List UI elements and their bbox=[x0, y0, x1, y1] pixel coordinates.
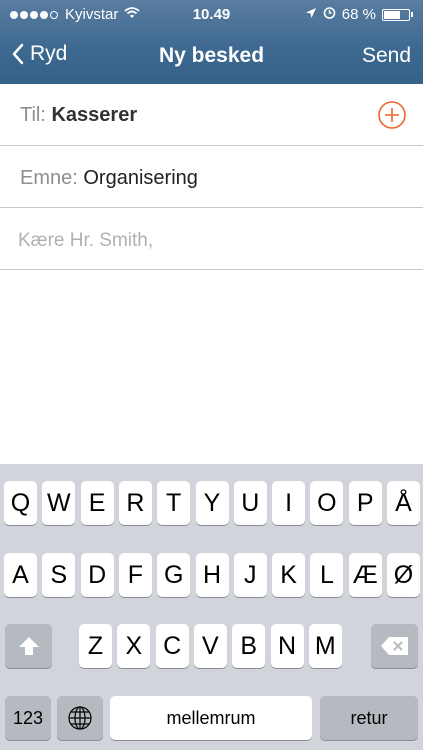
recipient-label: Til: bbox=[20, 104, 46, 126]
key-s[interactable]: S bbox=[42, 553, 76, 597]
globe-key[interactable] bbox=[57, 696, 103, 740]
key-a[interactable]: A bbox=[4, 553, 37, 597]
key-u[interactable]: U bbox=[233, 481, 267, 525]
navigation-bar: Ryd Ny besked Send bbox=[0, 30, 423, 84]
key-y[interactable]: Y bbox=[195, 481, 229, 525]
key-v[interactable]: V bbox=[193, 624, 227, 668]
key-t[interactable]: T bbox=[157, 481, 191, 525]
status-bar: Kyivstar 10.49 68 % bbox=[0, 0, 423, 30]
return-key[interactable]: retur bbox=[320, 696, 418, 740]
key-r[interactable]: R bbox=[118, 481, 152, 525]
key-n[interactable]: N bbox=[270, 624, 304, 668]
space-key[interactable]: mellemrum bbox=[110, 696, 312, 740]
key-e[interactable]: E bbox=[80, 481, 114, 525]
keyboard: QWERTYUIOPÅ ASDFGHJKLÆØ ZXCVBNM 123 mell… bbox=[0, 464, 423, 750]
key-ø[interactable]: Ø bbox=[387, 553, 420, 597]
message-body-placeholder: Kære Hr. Smith, bbox=[18, 230, 154, 251]
key-h[interactable]: H bbox=[195, 553, 229, 597]
page-title: Ny besked bbox=[158, 44, 265, 67]
globe-icon bbox=[68, 706, 92, 730]
battery-percent: 68 % bbox=[341, 6, 376, 23]
subject-label: Emne: bbox=[20, 167, 78, 189]
battery-tip bbox=[411, 12, 413, 17]
shift-key[interactable] bbox=[5, 624, 52, 668]
key-c[interactable]: C bbox=[155, 624, 189, 668]
key-q[interactable]: Q bbox=[4, 481, 37, 525]
recipient-field[interactable]: Til: Kasserer bbox=[0, 84, 423, 146]
key-æ[interactable]: Æ bbox=[348, 553, 382, 597]
key-d[interactable]: D bbox=[80, 553, 114, 597]
status-right: 68 % bbox=[299, 6, 413, 23]
send-button[interactable]: Send bbox=[362, 44, 411, 68]
message-body-field[interactable]: Kære Hr. Smith, bbox=[0, 208, 423, 270]
key-f[interactable]: F bbox=[118, 553, 152, 597]
key-å[interactable]: Å bbox=[387, 481, 420, 525]
key-i[interactable]: I bbox=[272, 481, 306, 525]
key-p[interactable]: P bbox=[348, 481, 382, 525]
shift-arrow-icon bbox=[18, 637, 39, 655]
key-l[interactable]: L bbox=[310, 553, 344, 597]
plus-circle-icon bbox=[378, 101, 406, 129]
backspace-key[interactable] bbox=[371, 624, 418, 668]
header-bar: Kyivstar 10.49 68 % Ryd Ny besked Send bbox=[0, 0, 423, 84]
battery-icon bbox=[382, 8, 410, 21]
key-b[interactable]: B bbox=[232, 624, 266, 668]
recipient-value: Kasserer bbox=[51, 104, 138, 126]
backspace-icon bbox=[380, 637, 408, 655]
subject-value: Organisering bbox=[83, 167, 198, 189]
key-o[interactable]: O bbox=[310, 481, 344, 525]
numbers-key[interactable]: 123 bbox=[5, 696, 51, 740]
location-arrow-icon bbox=[305, 6, 317, 23]
subject-content: Emne: Organisering bbox=[20, 167, 198, 190]
subject-field[interactable]: Emne: Organisering bbox=[0, 146, 423, 208]
add-recipient-button[interactable] bbox=[377, 100, 407, 136]
key-k[interactable]: K bbox=[272, 553, 306, 597]
key-w[interactable]: W bbox=[42, 481, 76, 525]
recipient-content: Til: Kasserer bbox=[20, 104, 137, 127]
key-g[interactable]: G bbox=[157, 553, 191, 597]
key-j[interactable]: J bbox=[233, 553, 267, 597]
key-z[interactable]: Z bbox=[79, 624, 112, 668]
alarm-clock-icon bbox=[323, 6, 336, 23]
key-m[interactable]: M bbox=[308, 624, 342, 668]
key-x[interactable]: X bbox=[117, 624, 151, 668]
